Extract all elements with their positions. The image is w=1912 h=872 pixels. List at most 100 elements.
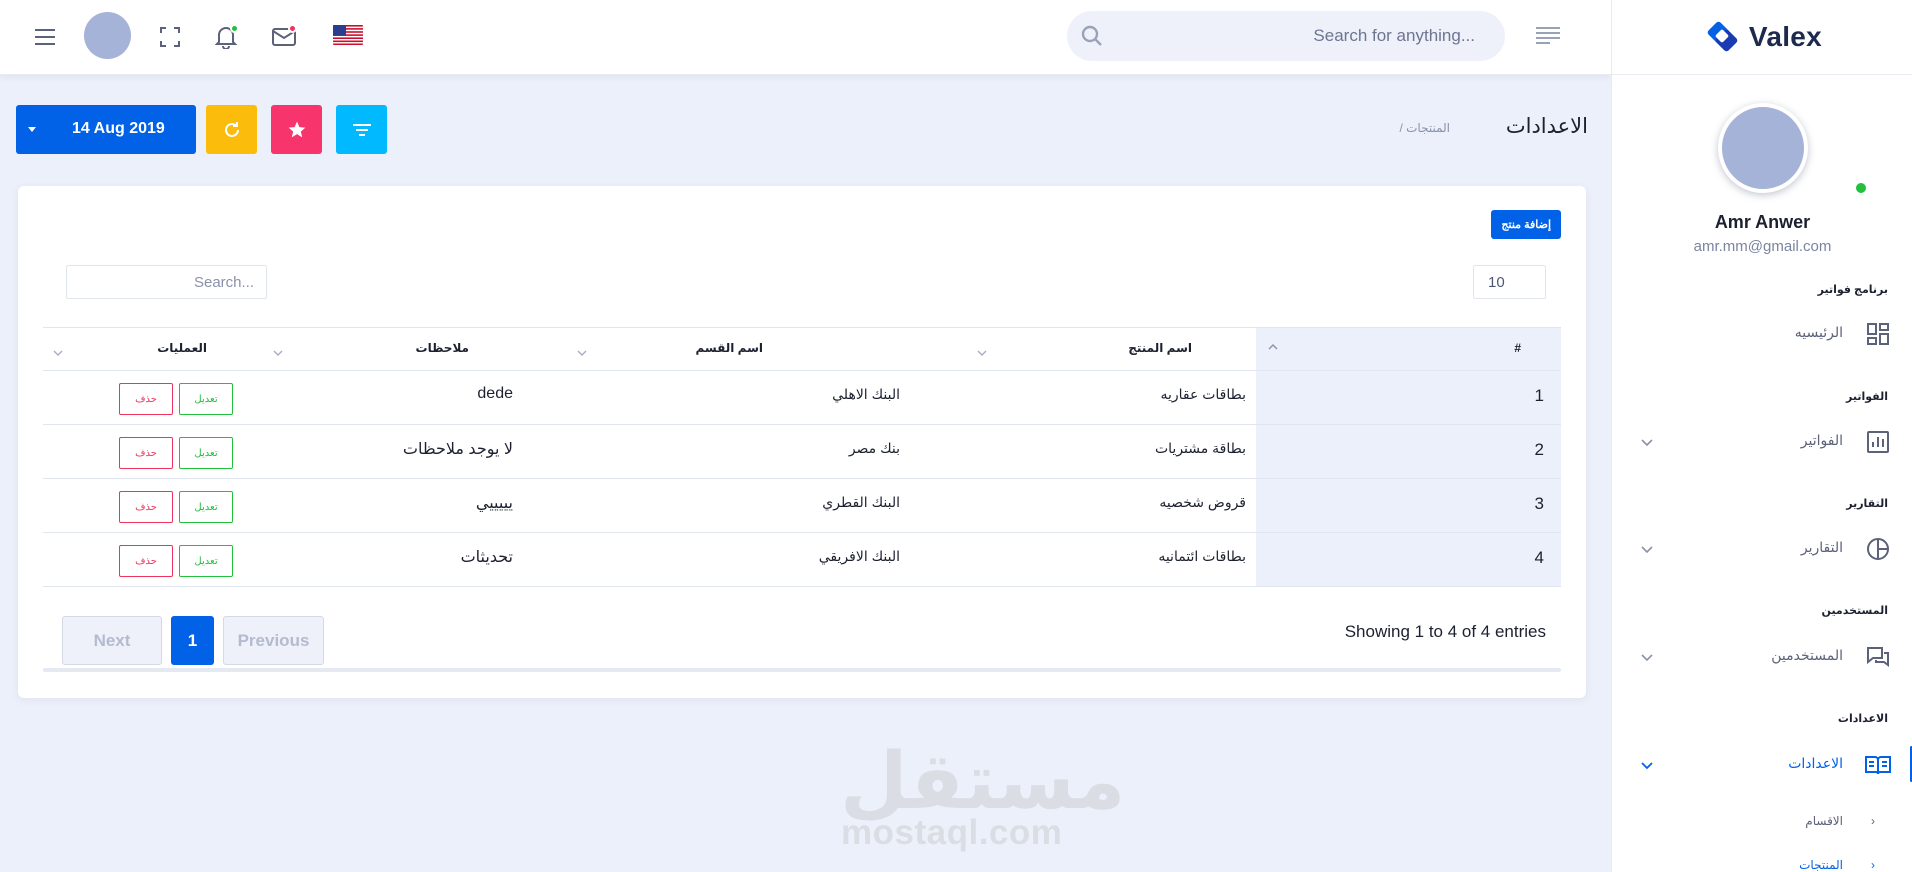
table-row: 1 بطاقات عقاريه البنك الاهلي dede حذف تع…	[43, 371, 1561, 425]
sidebar-category-invoices: الفواتير	[1846, 391, 1888, 403]
row-number: 1	[1534, 386, 1544, 405]
section-name: البنك الاهلي	[832, 386, 900, 402]
column-header-notes[interactable]: ملاحظات	[243, 328, 513, 370]
breadcrumb[interactable]: / المنتجات	[1399, 121, 1450, 135]
header-avatar[interactable]	[84, 12, 131, 59]
sidebar-subitem-sections[interactable]: › الاقسام	[1612, 810, 1912, 834]
horizontal-scrollbar[interactable]	[43, 668, 1561, 672]
row-actions: حذف تعديل	[119, 437, 233, 469]
delete-button[interactable]: حذف	[119, 491, 173, 523]
dashboard-icon	[1865, 321, 1891, 347]
previous-page-button[interactable]: Previous	[223, 616, 324, 665]
section-name: البنك القطري	[822, 494, 900, 510]
sort-icon	[53, 344, 63, 362]
date-dropdown-button[interactable]: 14 Aug 2019	[16, 105, 196, 154]
product-name: بطاقات عقاريه	[1160, 386, 1246, 402]
global-search	[1067, 11, 1505, 61]
sidebar-item-label: الرئيسيه	[1794, 324, 1843, 340]
row-number: 3	[1534, 494, 1544, 513]
row-actions: حذف تعديل	[119, 491, 233, 523]
profile-email: amr.mm@gmail.com	[1693, 238, 1832, 255]
chevron-right-icon: ›	[1871, 858, 1875, 872]
fullscreen-icon[interactable]	[152, 19, 188, 55]
column-header-product-name[interactable]: اسم المنتج	[943, 328, 1246, 370]
column-header-number[interactable]: #	[1256, 328, 1561, 370]
us-flag-icon[interactable]	[333, 25, 363, 45]
date-label: 14 Aug 2019	[72, 120, 165, 137]
next-page-button[interactable]: Next	[62, 616, 162, 665]
column-header-actions[interactable]: العمليات	[63, 328, 243, 370]
product-notes: dede	[477, 385, 513, 402]
sidebar-item-home[interactable]: الرئيسيه	[1612, 313, 1912, 353]
sidebar-item-settings[interactable]: الاعدادات	[1612, 744, 1912, 784]
watermark-arabic: مستقل	[840, 737, 1126, 825]
current-page-button[interactable]: 1	[171, 616, 214, 665]
online-status-dot	[1854, 181, 1868, 195]
sidebar-item-label: التقارير	[1800, 539, 1843, 555]
table-search-input[interactable]	[66, 265, 267, 299]
favorite-button[interactable]	[271, 105, 322, 154]
sidebar-item-label: الاعدادات	[1788, 755, 1843, 771]
mail-icon[interactable]	[266, 19, 302, 55]
sidebar-item-users[interactable]: المستخدمين	[1612, 636, 1912, 676]
brand-logo[interactable]: Valex	[1612, 0, 1912, 75]
page-title: الاعدادات	[1505, 115, 1588, 138]
edit-button[interactable]: تعديل	[179, 491, 233, 523]
profile-avatar[interactable]	[1718, 103, 1868, 195]
sidebar-item-label: الفواتير	[1800, 432, 1843, 448]
row-number: 4	[1534, 548, 1544, 567]
chevron-down-icon[interactable]	[1640, 757, 1654, 775]
delete-button[interactable]: حذف	[119, 383, 173, 415]
notification-badge	[230, 24, 239, 33]
profile-name: Amr Anwer	[1714, 212, 1811, 232]
row-actions: حذف تعديل	[119, 545, 233, 577]
chevron-right-icon: ›	[1871, 814, 1875, 828]
chevron-down-icon[interactable]	[1640, 649, 1654, 667]
sidebar-category-reports: التقارير	[1846, 498, 1888, 510]
sidebar-item-invoices[interactable]: الفواتير	[1612, 421, 1912, 461]
sidebar-category-users: المستخدمين	[1821, 605, 1888, 617]
align-right-icon[interactable]	[1536, 26, 1562, 51]
star-icon	[288, 121, 305, 137]
sort-icon	[577, 344, 587, 362]
filter-icon	[352, 123, 371, 136]
products-card: إضافة منتج 10 # اسم المنتج اسم القسم ملا…	[18, 186, 1586, 698]
chevron-down-icon[interactable]	[1640, 541, 1654, 559]
product-notes: تحديثات	[460, 549, 513, 566]
column-header-section-name[interactable]: اسم القسم	[523, 328, 823, 370]
product-name: قروض شخصيه	[1159, 494, 1246, 510]
refresh-button[interactable]	[206, 105, 257, 154]
edit-button[interactable]: تعديل	[179, 545, 233, 577]
sort-icon	[273, 344, 283, 362]
sort-icon	[977, 344, 987, 362]
menu-toggle-icon[interactable]	[28, 19, 64, 55]
chevron-down-icon[interactable]	[1640, 434, 1654, 452]
sidebar-item-reports[interactable]: التقارير	[1612, 528, 1912, 568]
book-icon	[1865, 752, 1891, 778]
search-icon[interactable]	[1081, 25, 1103, 52]
filter-button[interactable]	[336, 105, 387, 154]
top-header	[0, 0, 1611, 75]
pagination: Next 1 Previous	[62, 616, 324, 665]
brand-name: Valex	[1748, 21, 1823, 52]
page-length-select[interactable]: 10	[1473, 265, 1546, 299]
delete-button[interactable]: حذف	[119, 437, 173, 469]
sidebar-subitem-products[interactable]: › المنتجات	[1612, 854, 1912, 872]
global-search-input[interactable]	[1115, 11, 1475, 61]
add-product-button[interactable]: إضافة منتج	[1491, 210, 1561, 239]
caret-down-icon	[28, 127, 36, 132]
product-name: بطاقات ائتمانيه	[1158, 548, 1246, 564]
row-actions: حذف تعديل	[119, 383, 233, 415]
edit-button[interactable]: تعديل	[179, 437, 233, 469]
mail-badge	[288, 24, 297, 33]
delete-button[interactable]: حذف	[119, 545, 173, 577]
refresh-icon	[224, 121, 239, 137]
table-info: Showing 1 to 4 of 4 entries	[1344, 622, 1546, 641]
edit-button[interactable]: تعديل	[179, 383, 233, 415]
notification-bell-icon[interactable]	[208, 19, 244, 55]
watermark-latin: mostaql.com	[841, 813, 1063, 852]
table-row: 4 بطاقات ائتمانيه البنك الافريقي تحديثات…	[43, 533, 1561, 587]
section-name: بنك مصر	[848, 440, 900, 456]
section-name: البنك الافريقي	[818, 548, 900, 564]
products-table: # اسم المنتج اسم القسم ملاحظات العمليات …	[43, 327, 1561, 587]
